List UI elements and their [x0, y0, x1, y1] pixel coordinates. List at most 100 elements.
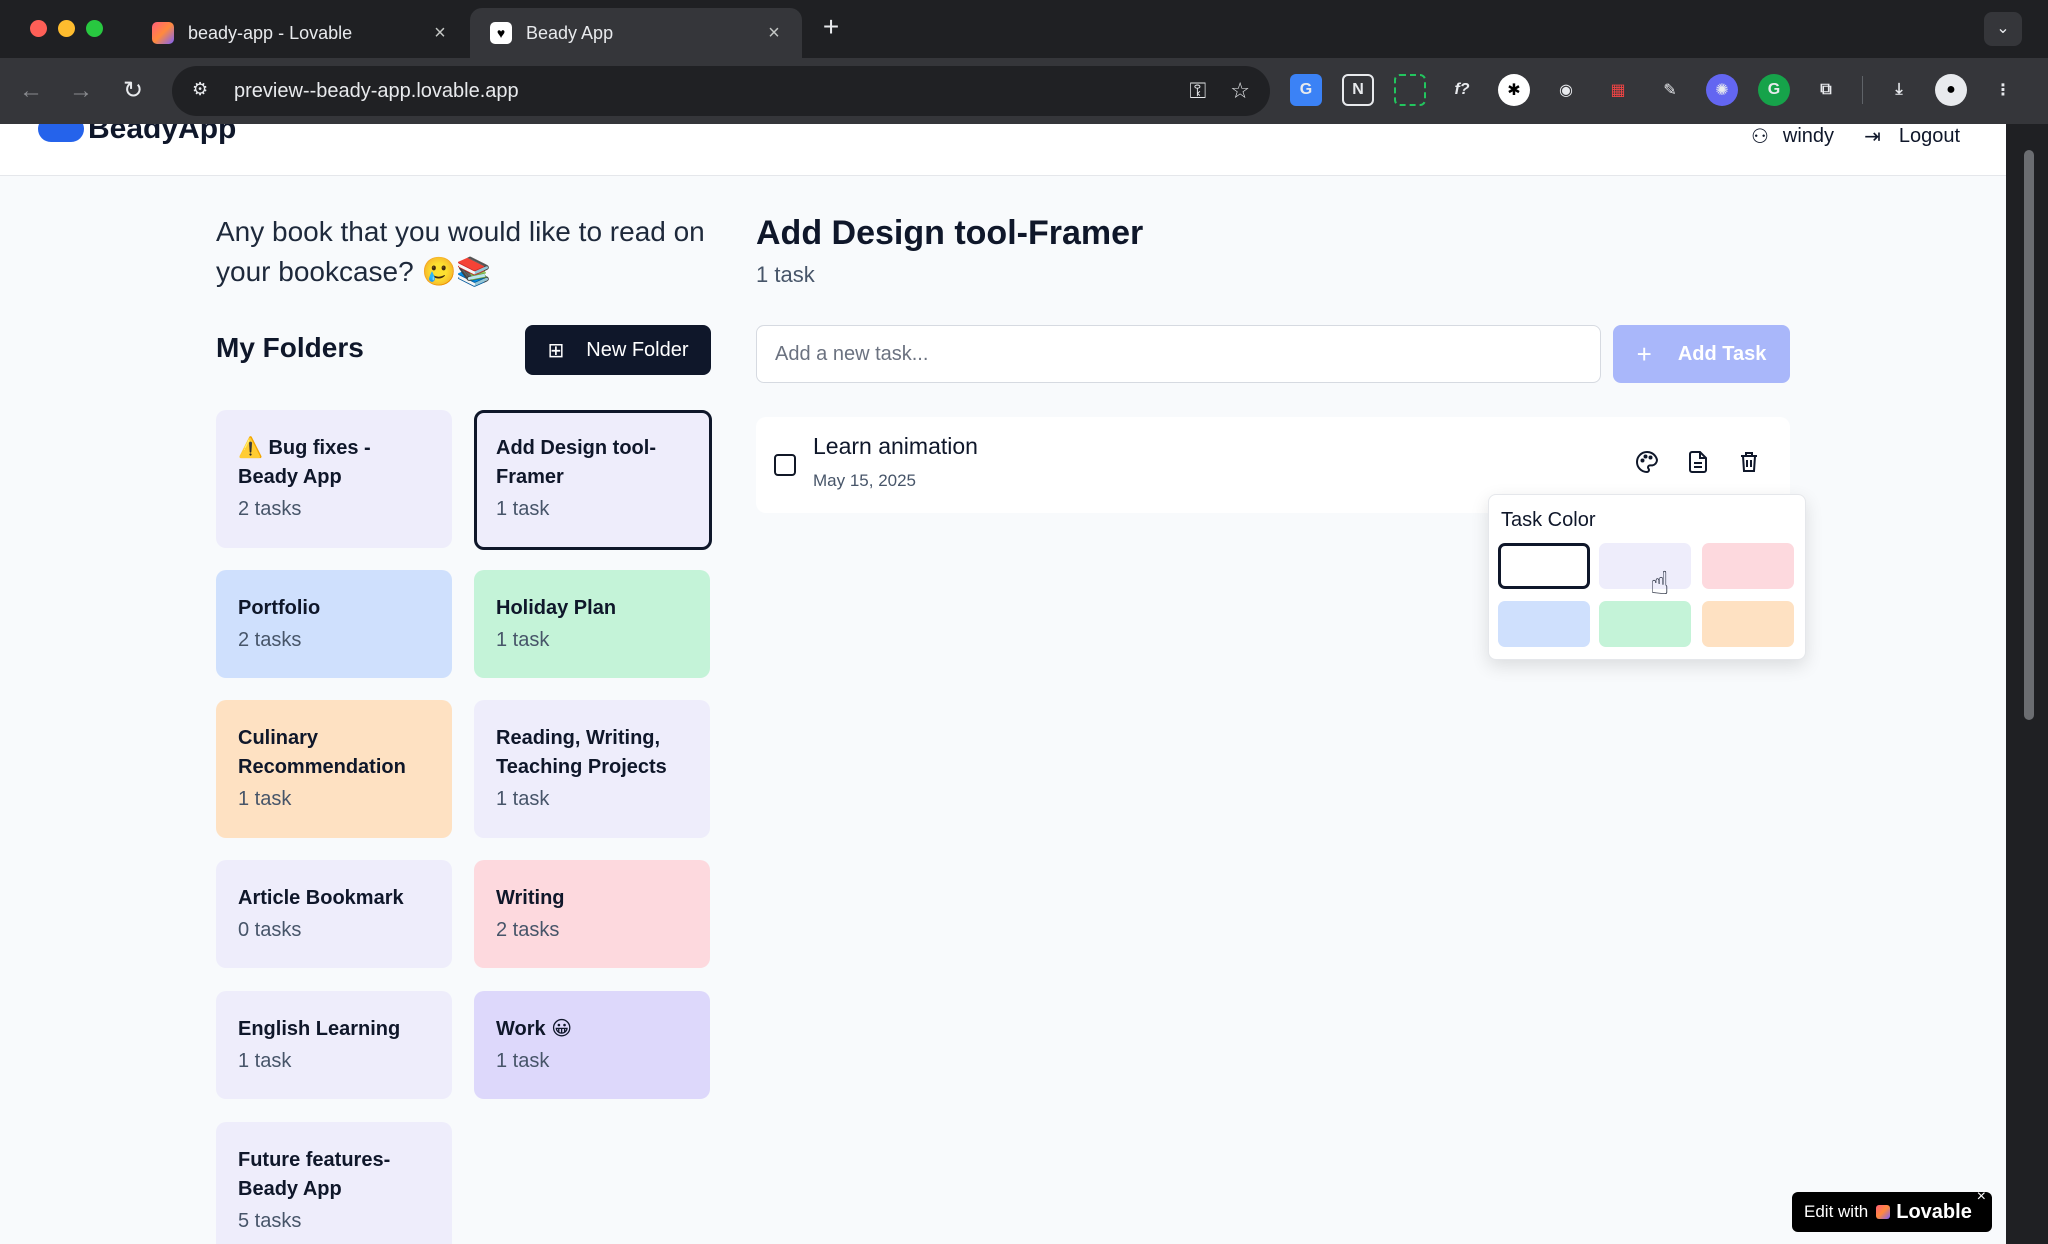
- user-area: ⚇ windy ⇥ Logout: [1751, 124, 1960, 149]
- folder-card[interactable]: Article Bookmark 0 tasks: [216, 860, 452, 968]
- folder-name: Writing: [496, 887, 565, 909]
- folder-name: Future features-Beady App: [238, 1149, 391, 1200]
- plus-icon: +: [1636, 338, 1652, 369]
- heart-favicon-icon: ♥: [490, 22, 512, 44]
- translate-extension-icon[interactable]: G: [1290, 74, 1322, 106]
- close-window-button[interactable]: [30, 20, 47, 37]
- folder-task-count: 1 task: [238, 788, 292, 810]
- add-task-button[interactable]: + Add Task: [1613, 325, 1790, 383]
- browser-tab-beady-app[interactable]: ♥ Beady App ×: [470, 8, 802, 58]
- folder-card[interactable]: Reading, Writing, Teaching Projects 1 ta…: [474, 700, 710, 838]
- profile-avatar[interactable]: ●: [1935, 74, 1967, 106]
- folder-task-count: 1 task: [756, 262, 815, 287]
- color-swatch-green[interactable]: [1599, 601, 1691, 647]
- folder-name: Add Design tool-Framer: [496, 437, 656, 488]
- grammarly-extension-icon[interactable]: G: [1758, 74, 1790, 106]
- new-task-input[interactable]: [756, 325, 1601, 383]
- folder-card[interactable]: Holiday Plan 1 task: [474, 570, 710, 678]
- browser-tab-lovable[interactable]: beady-app - Lovable ×: [132, 8, 468, 58]
- badge-prefix: Edit with: [1804, 1202, 1869, 1221]
- app-header: BeadyApp ⚇ windy ⇥ Logout: [0, 124, 2006, 176]
- logout-button[interactable]: Logout: [1899, 125, 1960, 148]
- new-folder-label: New Folder: [586, 338, 689, 361]
- badge-brand: Lovable: [1896, 1200, 1972, 1223]
- task-name[interactable]: Learn animation: [813, 433, 978, 460]
- key-icon[interactable]: ⚿: [1190, 78, 1207, 104]
- close-tab-icon[interactable]: ×: [762, 22, 786, 45]
- maximize-window-button[interactable]: [86, 20, 103, 37]
- address-bar[interactable]: ⚙ preview--beady-app.lovable.app ⚿ ☆: [172, 66, 1270, 116]
- username: windy: [1782, 125, 1835, 147]
- task-checkbox[interactable]: [774, 454, 796, 476]
- folder-task-count: 0 tasks: [238, 919, 302, 941]
- folder-card[interactable]: Culinary Recommendation 1 task: [216, 700, 452, 838]
- add-task-label: Add Task: [1677, 342, 1767, 365]
- folder-card[interactable]: Writing 2 tasks: [474, 860, 710, 968]
- folder-card[interactable]: Future features-Beady App 5 tasks: [216, 1122, 452, 1244]
- minimize-window-button[interactable]: [58, 20, 75, 37]
- folder-card[interactable]: Work 😀 1 task: [474, 991, 710, 1099]
- folder-card[interactable]: Portfolio 2 tasks: [216, 570, 452, 678]
- color-swatch-blue[interactable]: [1498, 601, 1590, 647]
- screenshot-extension-icon[interactable]: [1394, 74, 1426, 106]
- color-swatch-lavender[interactable]: [1599, 543, 1691, 589]
- forward-arrow-icon[interactable]: →: [64, 74, 98, 108]
- browser-tab-bar: beady-app - Lovable × ♥ Beady App × + ⌄: [0, 0, 2048, 58]
- tab-title: beady-app - Lovable: [188, 22, 353, 43]
- trash-icon[interactable]: [1734, 447, 1764, 477]
- site-settings-icon[interactable]: ⚙: [192, 79, 216, 103]
- badge-close-icon[interactable]: ×: [1977, 1188, 1986, 1206]
- bookmark-star-icon[interactable]: ☆: [1230, 78, 1250, 104]
- folder-name: Work 😀: [496, 1018, 573, 1040]
- page-scrollbar-thumb[interactable]: [2024, 150, 2034, 720]
- grid-extension-icon[interactable]: ▦: [1602, 74, 1634, 106]
- eyedropper-extension-icon[interactable]: ✎: [1654, 74, 1686, 106]
- folder-card-selected[interactable]: Add Design tool-Framer 1 task: [474, 410, 712, 550]
- folder-task-count: 5 tasks: [238, 1210, 302, 1232]
- folder-card[interactable]: ⚠️ Bug fixes - Beady App 2 tasks: [216, 410, 452, 548]
- puzzle-extensions-icon[interactable]: ⧉: [1810, 74, 1842, 106]
- edit-with-lovable-badge[interactable]: Edit with Lovable ×: [1792, 1188, 1992, 1232]
- color-swatch-orange[interactable]: [1702, 601, 1794, 647]
- browser-menu-icon[interactable]: ⋮: [1987, 74, 2019, 106]
- palette-icon[interactable]: [1632, 447, 1662, 477]
- back-arrow-icon[interactable]: ←: [14, 74, 48, 108]
- app-logo[interactable]: BeadyApp: [38, 124, 236, 146]
- folder-card[interactable]: English Learning 1 task: [216, 991, 452, 1099]
- formula-extension-icon[interactable]: f?: [1446, 74, 1478, 106]
- folder-task-count: 2 tasks: [238, 629, 302, 651]
- page-viewport: BeadyApp ⚇ windy ⇥ Logout Any book that …: [0, 124, 2006, 1244]
- extensions-row: G N f? ✱ ◉ ▦ ✎ ✺ G ⧉ ⤓ ● ⋮: [1290, 74, 2019, 106]
- folder-name: Holiday Plan: [496, 597, 617, 619]
- folder-name: ⚠️ Bug fixes - Beady App: [238, 437, 371, 488]
- new-folder-button[interactable]: ⊞ New Folder: [525, 325, 711, 375]
- note-document-icon[interactable]: [1683, 447, 1713, 477]
- close-tab-icon[interactable]: ×: [428, 22, 452, 45]
- download-icon[interactable]: ⤓: [1883, 74, 1915, 106]
- new-tab-button[interactable]: +: [816, 12, 846, 42]
- folder-plus-icon: ⊞: [547, 339, 565, 362]
- pointer-hand-cursor-icon: ☝: [1650, 565, 1670, 601]
- color-swatch-pink[interactable]: [1702, 543, 1794, 589]
- folder-task-count: 1 task: [496, 1050, 550, 1072]
- logout-icon[interactable]: ⇥: [1864, 124, 1881, 149]
- color-swatch-white[interactable]: [1498, 543, 1590, 589]
- folder-name: Portfolio: [238, 597, 321, 619]
- url-text[interactable]: preview--beady-app.lovable.app: [234, 80, 1166, 103]
- folder-name: Article Bookmark: [238, 887, 404, 909]
- folder-task-count: 1 task: [496, 629, 550, 651]
- popup-title: Task Color: [1501, 509, 1596, 531]
- reload-icon[interactable]: ↻: [116, 74, 150, 108]
- tab-search-chevron-icon[interactable]: ⌄: [1984, 12, 2022, 46]
- reading-prompt: Any book that you would like to read on …: [216, 216, 705, 287]
- star-extension-icon[interactable]: ✺: [1706, 74, 1738, 106]
- folder-title: Add Design tool-Framer: [756, 214, 1144, 252]
- asterisk-extension-icon[interactable]: ✱: [1498, 74, 1530, 106]
- tab-title: Beady App: [526, 22, 614, 43]
- folder-name: Culinary Recommendation: [238, 727, 406, 778]
- notion-extension-icon[interactable]: N: [1342, 74, 1374, 106]
- user-icon: ⚇: [1750, 126, 1769, 148]
- folder-task-count: 2 tasks: [496, 919, 560, 941]
- browser-toolbar: ← → ↻ ⚙ preview--beady-app.lovable.app ⚿…: [0, 58, 2048, 124]
- camera-extension-icon[interactable]: ◉: [1550, 74, 1582, 106]
